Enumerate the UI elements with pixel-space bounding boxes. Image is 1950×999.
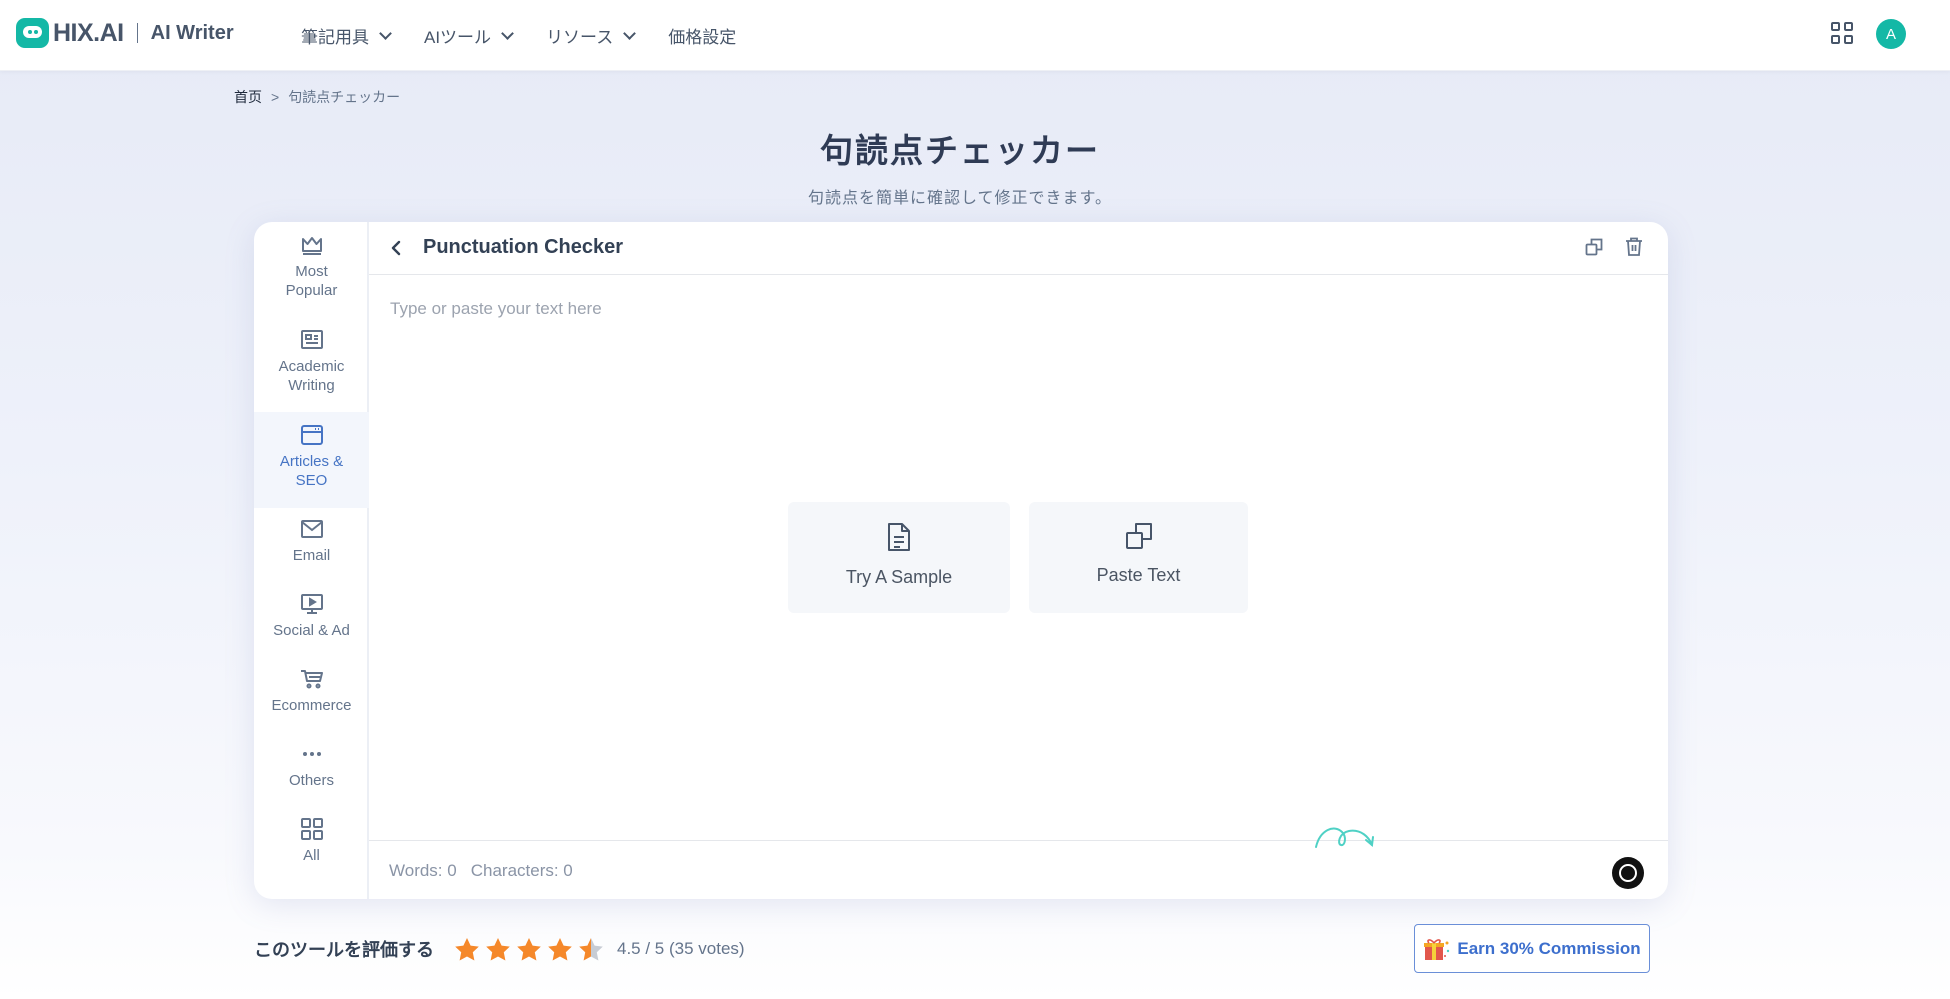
rating-label: このツールを評価する <box>254 940 434 960</box>
chevron-down-icon <box>379 26 392 40</box>
word-count: Words: 0 Characters: 0 <box>389 861 573 881</box>
sidebar-item-label: Social & Ad <box>273 622 350 639</box>
earn-commission-label: Earn 30% Commission <box>1457 938 1641 958</box>
editor-header: Punctuation Checker <box>369 222 1668 275</box>
sidebar-item-social-ad[interactable]: Social & Ad <box>254 593 369 657</box>
grammarly-icon[interactable] <box>1612 857 1644 889</box>
nav-label: 筆記用具 <box>301 28 369 47</box>
cart-icon <box>300 670 323 689</box>
curly-arrow-icon <box>1315 827 1374 848</box>
browser-window-icon <box>300 425 323 445</box>
rating-stars[interactable] <box>454 937 609 962</box>
editor-title: Punctuation Checker <box>423 236 624 258</box>
main-nav: 筆記用具 AIツール リソース 価格設定 <box>301 0 770 71</box>
copy-icon[interactable] <box>1585 238 1603 256</box>
earn-commission-button[interactable]: Earn 30% Commission <box>1414 924 1650 973</box>
sidebar-item-email[interactable]: Email <box>254 518 369 582</box>
crown-icon <box>301 237 322 255</box>
page-title: 句読点チェッカー <box>820 132 1100 169</box>
paste-text-label: Paste Text <box>1096 565 1181 585</box>
nav-pricing[interactable]: 価格設定 <box>668 23 736 48</box>
trash-icon[interactable] <box>1625 237 1643 257</box>
paste-text-button[interactable]: Paste Text <box>1029 502 1248 613</box>
nav-label: 価格設定 <box>668 28 737 47</box>
breadcrumb-home[interactable]: 首页 <box>234 87 262 107</box>
nav-writing-tools[interactable]: 筆記用具 <box>301 23 392 48</box>
rating-score: 4.5 / 5 (35 votes) <box>617 939 745 958</box>
half-star-icon[interactable] <box>578 937 604 962</box>
back-arrow-icon[interactable] <box>389 239 403 257</box>
editor-footer: Words: 0 Characters: 0 <box>369 840 1668 899</box>
star-icon[interactable] <box>454 937 480 962</box>
tool-card: Most Popular Academic Writing Articles &… <box>254 222 1668 899</box>
chevron-down-icon <box>501 26 514 40</box>
category-sidebar: Most Popular Academic Writing Articles &… <box>254 222 369 899</box>
sidebar-item-others[interactable]: Others <box>254 743 369 807</box>
rating-section: このツールを評価する 4.5 / 5 (35 votes) <box>254 936 745 962</box>
logo[interactable]: HIX.AI AI Writer <box>16 18 234 48</box>
try-sample-button[interactable]: Try A Sample <box>788 502 1010 613</box>
sidebar-item-all[interactable]: All <box>254 818 369 882</box>
sidebar-item-label: Articles & SEO <box>279 453 344 489</box>
monitor-play-icon <box>300 594 323 614</box>
nav-label: リソース <box>546 28 614 47</box>
sidebar-item-ecommerce[interactable]: Ecommerce <box>254 668 369 732</box>
sidebar-item-label: Email <box>292 547 331 564</box>
paste-icon <box>1125 523 1152 549</box>
nav-resources[interactable]: リソース <box>546 23 637 48</box>
chevron-down-icon <box>623 26 637 40</box>
top-navbar: HIX.AI AI Writer 筆記用具 AIツール リソース 価格設定 A <box>0 0 1950 71</box>
gift-icon <box>1424 938 1450 960</box>
sidebar-item-label: Academic Writing <box>278 358 345 394</box>
product-name: AI Writer <box>150 21 234 44</box>
sidebar-item-label: Most Popular <box>285 263 338 299</box>
page-subtitle: 句読点を簡単に確認して修正できます。 <box>808 190 1112 207</box>
nav-ai-tools[interactable]: AIツール <box>424 23 514 48</box>
breadcrumb-separator: > <box>271 89 280 105</box>
sidebar-item-articles-seo[interactable]: Articles & SEO <box>254 412 369 508</box>
star-icon[interactable] <box>516 937 542 962</box>
characters-count: Characters: 0 <box>470 861 573 880</box>
breadcrumb: 首页 > 句読点チェッカー <box>234 87 400 107</box>
try-sample-label: Try A Sample <box>845 567 953 587</box>
nav-label: AIツール <box>424 28 492 47</box>
star-icon[interactable] <box>485 937 511 962</box>
avatar[interactable]: A <box>1876 19 1906 49</box>
apps-grid-icon[interactable] <box>1831 22 1853 44</box>
sidebar-item-label: All <box>303 847 320 864</box>
sidebar-item-label: Ecommerce <box>271 697 352 714</box>
sidebar-item-label: Others <box>288 772 334 789</box>
document-icon <box>888 523 910 551</box>
newspaper-icon <box>300 330 323 349</box>
envelope-icon <box>300 520 323 538</box>
logo-divider <box>136 23 138 43</box>
more-dots-icon <box>302 752 321 756</box>
breadcrumb-current: 句読点チェッカー <box>288 89 401 105</box>
star-icon[interactable] <box>547 937 573 962</box>
words-count: Words: 0 <box>389 861 457 880</box>
sidebar-item-academic-writing[interactable]: Academic Writing <box>254 329 369 413</box>
sidebar-item-most-popular[interactable]: Most Popular <box>254 234 369 318</box>
logo-text: HIX.AI <box>53 18 124 47</box>
text-input-area[interactable]: Type or paste your text here <box>390 299 602 319</box>
grid-icon <box>300 818 323 840</box>
logo-icon <box>16 18 49 48</box>
